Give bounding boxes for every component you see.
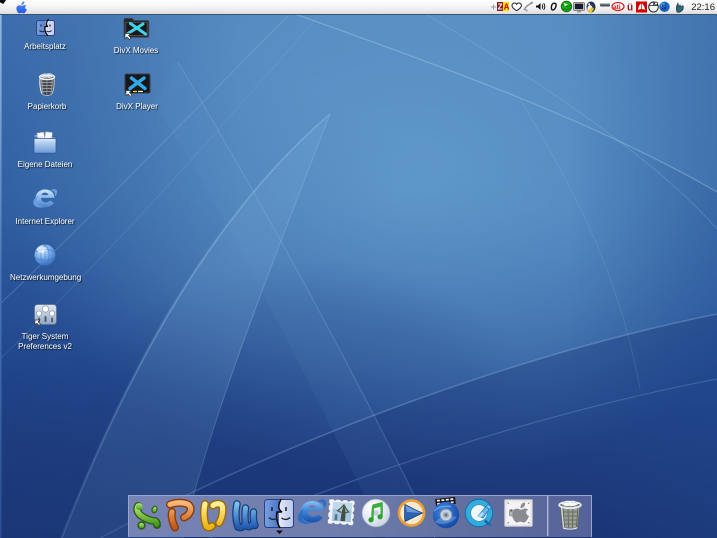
svg-text:S: S (662, 5, 667, 12)
svg-text:A: A (504, 3, 510, 12)
svg-text:ü: ü (627, 3, 633, 14)
svg-text:Z: Z (498, 3, 503, 12)
svg-text:ati: ati (613, 4, 621, 11)
